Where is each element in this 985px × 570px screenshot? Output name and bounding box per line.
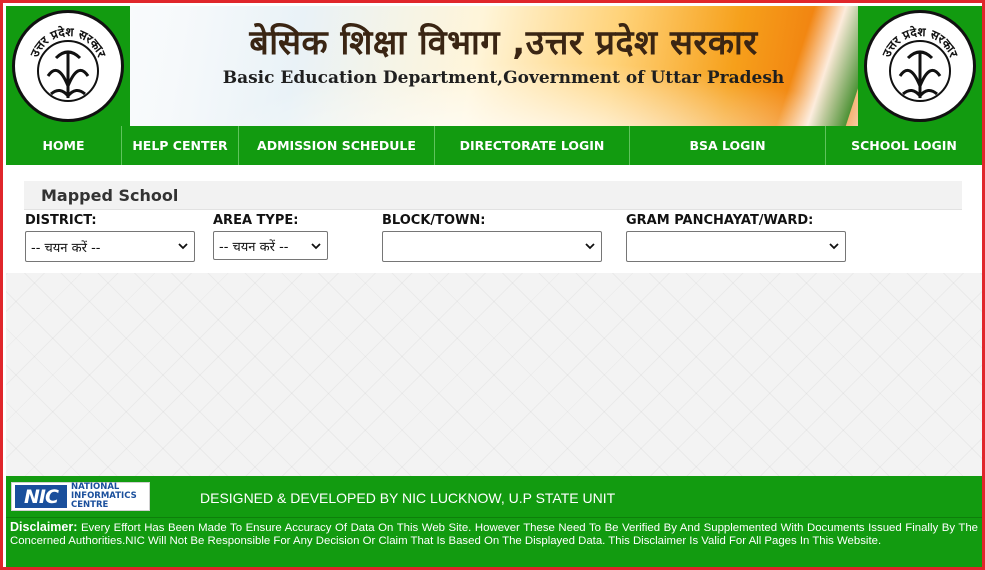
left-logo: उत्तर प्रदेश सरकार — [6, 6, 130, 126]
mapped-school-panel: Mapped School DISTRICT: -- चयन करें -- A… — [6, 165, 982, 273]
nav-bsa-login[interactable]: BSA LOGIN — [630, 126, 826, 165]
district-select-value: -- चयन करें -- — [31, 240, 101, 256]
block-town-label: BLOCK/TOWN: — [382, 213, 486, 228]
area-type-label: AREA TYPE: — [213, 213, 299, 228]
gram-panchayat-select[interactable] — [626, 231, 846, 262]
district-label: DISTRICT: — [25, 213, 97, 228]
district-select[interactable]: -- चयन करें -- — [25, 231, 195, 262]
main-nav: HOME HELP CENTER ADMISSION SCHEDULE DIRE… — [6, 126, 982, 165]
disclaimer-label: Disclaimer: — [10, 520, 78, 534]
area-type-select[interactable]: -- चयन करें -- — [213, 231, 328, 260]
chevron-down-icon — [585, 243, 595, 250]
disclaimer-text: Every Effort Has Been Made To Ensure Acc… — [10, 522, 978, 547]
up-government-seal-icon: उत्तर प्रदेश सरकार — [12, 10, 124, 122]
nav-help-center[interactable]: HELP CENTER — [122, 126, 239, 165]
gram-panchayat-label: GRAM PANCHAYAT/WARD: — [626, 213, 814, 228]
nic-logo-text: NATIONAL INFORMATICS CENTRE — [71, 483, 137, 510]
results-area — [6, 273, 982, 476]
nav-directorate-login[interactable]: DIRECTORATE LOGIN — [435, 126, 630, 165]
header-title-english: Basic Education Department,Government of… — [222, 68, 785, 88]
block-town-select[interactable] — [382, 231, 602, 262]
chevron-down-icon — [829, 243, 839, 250]
nav-admission-schedule[interactable]: ADMISSION SCHEDULE — [239, 126, 435, 165]
nic-logo[interactable]: NIC NATIONAL INFORMATICS CENTRE — [11, 482, 150, 511]
nav-home[interactable]: HOME — [6, 126, 122, 165]
up-government-seal-icon: उत्तर प्रदेश सरकार — [864, 10, 976, 122]
developed-by-text: DESIGNED & DEVELOPED BY NIC LUCKNOW, U.P… — [200, 490, 616, 506]
right-logo: उत्तर प्रदेश सरकार — [858, 6, 982, 126]
page-frame: उत्तर प्रदेश सरकार बेसिक शिक्षा विभाग ,उ… — [0, 0, 985, 570]
header-title-hindi: बेसिक शिक्षा विभाग ,उत्तर प्रदेश सरकार — [249, 23, 758, 63]
panel-title: Mapped School — [41, 186, 179, 205]
disclaimer: Disclaimer: Every Effort Has Been Made T… — [6, 517, 982, 567]
chevron-down-icon — [178, 243, 188, 250]
nav-school-login[interactable]: SCHOOL LOGIN — [826, 126, 982, 165]
nic-line-3: CENTRE — [71, 500, 109, 510]
site-footer: NIC NATIONAL INFORMATICS CENTRE DESIGNED… — [6, 476, 982, 517]
panel-heading: Mapped School — [24, 181, 962, 210]
nic-logo-mark: NIC — [15, 485, 67, 508]
chevron-down-icon — [311, 243, 321, 250]
site-header: उत्तर प्रदेश सरकार बेसिक शिक्षा विभाग ,उ… — [6, 6, 982, 126]
area-type-select-value: -- चयन करें -- — [219, 239, 289, 255]
